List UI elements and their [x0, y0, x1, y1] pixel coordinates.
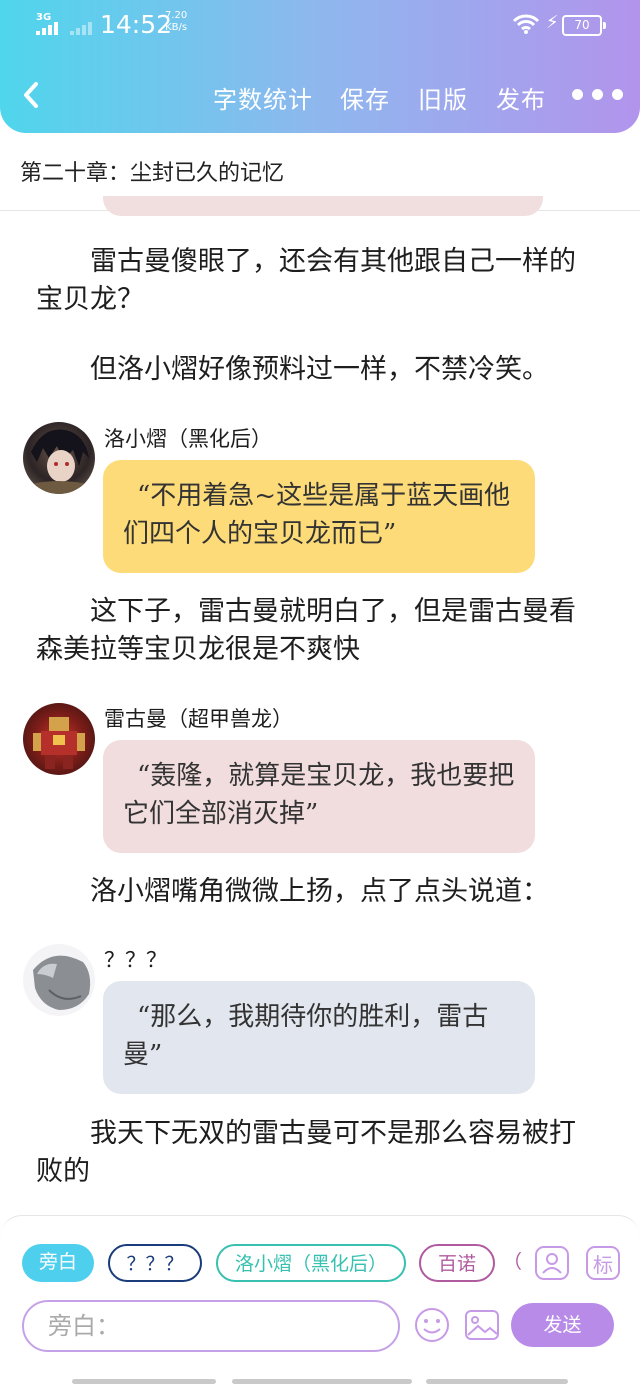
avatar-character[interactable] — [23, 944, 95, 1016]
narration-paragraph[interactable]: 但洛小熠好像预料过一样，不禁冷笑。 — [36, 351, 596, 389]
dialogue-bubble[interactable]: “不用着急~这些是属于蓝天画他们四个人的宝贝龙而已” — [103, 460, 535, 573]
image-icon[interactable] — [463, 1306, 501, 1344]
message-input[interactable]: 旁白： — [22, 1300, 400, 1352]
system-nav-indicator — [72, 1379, 216, 1384]
person-icon[interactable] — [535, 1246, 569, 1280]
role-chip-character[interactable]: 百诺 — [419, 1244, 495, 1282]
clock: 14:52 — [100, 10, 173, 39]
charging-icon: ⚡ — [546, 12, 559, 33]
signal-secondary-icon — [70, 22, 92, 35]
character-name: 雷古曼（超甲兽龙） — [104, 707, 293, 731]
word-count-button[interactable]: 字数统计 — [213, 80, 313, 115]
save-button[interactable]: 保存 — [340, 80, 390, 115]
role-chip-unknown[interactable]: ？？？ — [108, 1244, 202, 1282]
character-name: 洛小熠（黑化后） — [104, 427, 272, 451]
role-chip-character[interactable]: 洛小熠（黑化后） — [216, 1244, 406, 1282]
cut-off-bubble — [103, 196, 543, 216]
narration-paragraph[interactable]: 洛小熠嘴角微微上扬，点了点头说道： — [36, 873, 596, 911]
system-nav-indicator — [232, 1379, 412, 1384]
wifi-icon — [512, 14, 540, 34]
speed-value: 7.20 — [165, 10, 188, 21]
narration-paragraph[interactable]: 这下子，雷古曼就明白了，但是雷古曼看森美拉等宝贝龙很是不爽快 — [36, 593, 596, 669]
signal-icon — [36, 22, 58, 35]
top-header: 3G 14:52 7.20 KB/s ⚡ 70 字数统计 保存 旧版 发布 — [0, 0, 640, 133]
role-chip-partial[interactable]: （ — [503, 1244, 523, 1282]
system-nav-indicator — [426, 1379, 568, 1384]
composer-panel: 旁白 ？？？ 洛小熠（黑化后） 百诺 （ 标 旁白： 发送 — [0, 1215, 640, 1388]
role-chip-narration[interactable]: 旁白 — [22, 1244, 94, 1282]
battery-indicator: 70 — [562, 15, 606, 36]
avatar-character[interactable] — [23, 422, 95, 494]
chapter-title[interactable]: 第二十章：尘封已久的记忆 — [20, 155, 284, 187]
dialogue-bubble[interactable]: “轰隆，就算是宝贝龙，我也要把它们全部消灭掉” — [103, 740, 535, 853]
network-speed: 7.20 KB/s — [165, 10, 187, 34]
narration-paragraph[interactable]: 雷古曼傻眼了，还会有其他跟自己一样的宝贝龙？ — [36, 243, 596, 319]
old-version-button[interactable]: 旧版 — [418, 80, 468, 115]
avatar-character[interactable] — [23, 703, 95, 775]
dialogue-bubble[interactable]: “那么，我期待你的胜利，雷古曼” — [103, 981, 535, 1094]
more-dots-icon[interactable] — [572, 89, 623, 100]
chevron-left-icon[interactable] — [22, 80, 40, 110]
publish-button[interactable]: 发布 — [496, 80, 546, 115]
send-button[interactable]: 发送 — [511, 1303, 614, 1347]
character-name: ？？？ — [104, 948, 167, 972]
narration-paragraph[interactable]: 我天下无双的雷古曼可不是那么容易被打败的 — [36, 1115, 596, 1191]
status-bar: 3G 14:52 7.20 KB/s ⚡ 70 — [0, 8, 640, 39]
toolbar: 字数统计 保存 旧版 发布 — [0, 76, 640, 116]
smiley-icon[interactable] — [413, 1306, 451, 1344]
speed-unit: KB/s — [165, 22, 188, 33]
tag-button[interactable]: 标 — [586, 1246, 620, 1280]
